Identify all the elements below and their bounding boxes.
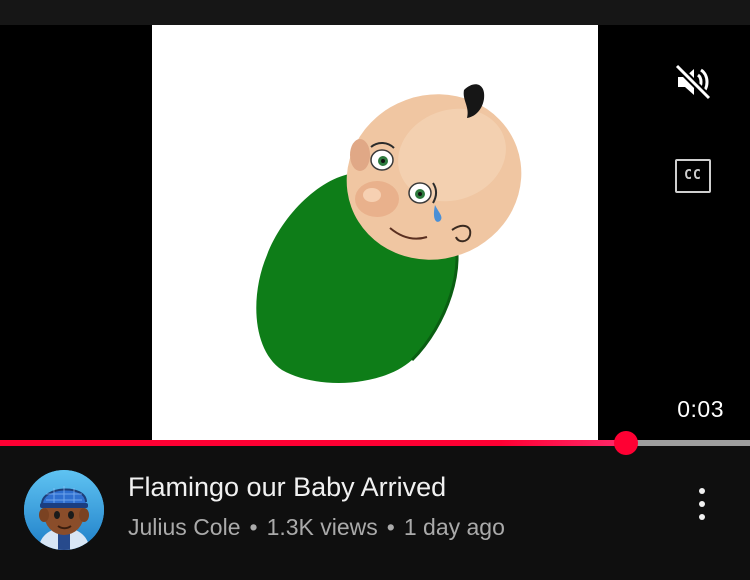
avatar-image — [24, 470, 104, 550]
more-options-button[interactable] — [686, 484, 718, 524]
current-time: 0:03 — [677, 396, 724, 422]
status-bar — [0, 0, 750, 25]
video-title[interactable]: Flamingo our Baby Arrived — [128, 472, 446, 503]
closed-captions-button[interactable]: CC — [675, 159, 711, 193]
youtube-mobile-screen: CC 0:03 Flamingo our Baby Arrived Julius… — [0, 0, 750, 580]
video-frame — [152, 25, 598, 443]
video-info-panel: Flamingo our Baby Arrived Julius Cole • 1.… — [0, 446, 750, 580]
video-thumbnail-baby-image — [152, 25, 598, 443]
video-player[interactable]: CC 0:03 — [0, 25, 750, 443]
closed-captions-icon: CC — [684, 168, 702, 183]
view-count: 1.3K views — [266, 514, 378, 540]
volume-muted-icon — [674, 63, 712, 101]
channel-name[interactable]: Julius Cole — [128, 514, 241, 540]
meta-separator: • — [249, 514, 258, 540]
video-metadata: Julius Cole • 1.3K views • 1 day ago — [128, 514, 505, 541]
channel-avatar[interactable] — [24, 470, 104, 550]
meta-separator: • — [386, 514, 395, 540]
mute-toggle-button[interactable] — [672, 61, 714, 103]
upload-age: 1 day ago — [403, 514, 505, 540]
